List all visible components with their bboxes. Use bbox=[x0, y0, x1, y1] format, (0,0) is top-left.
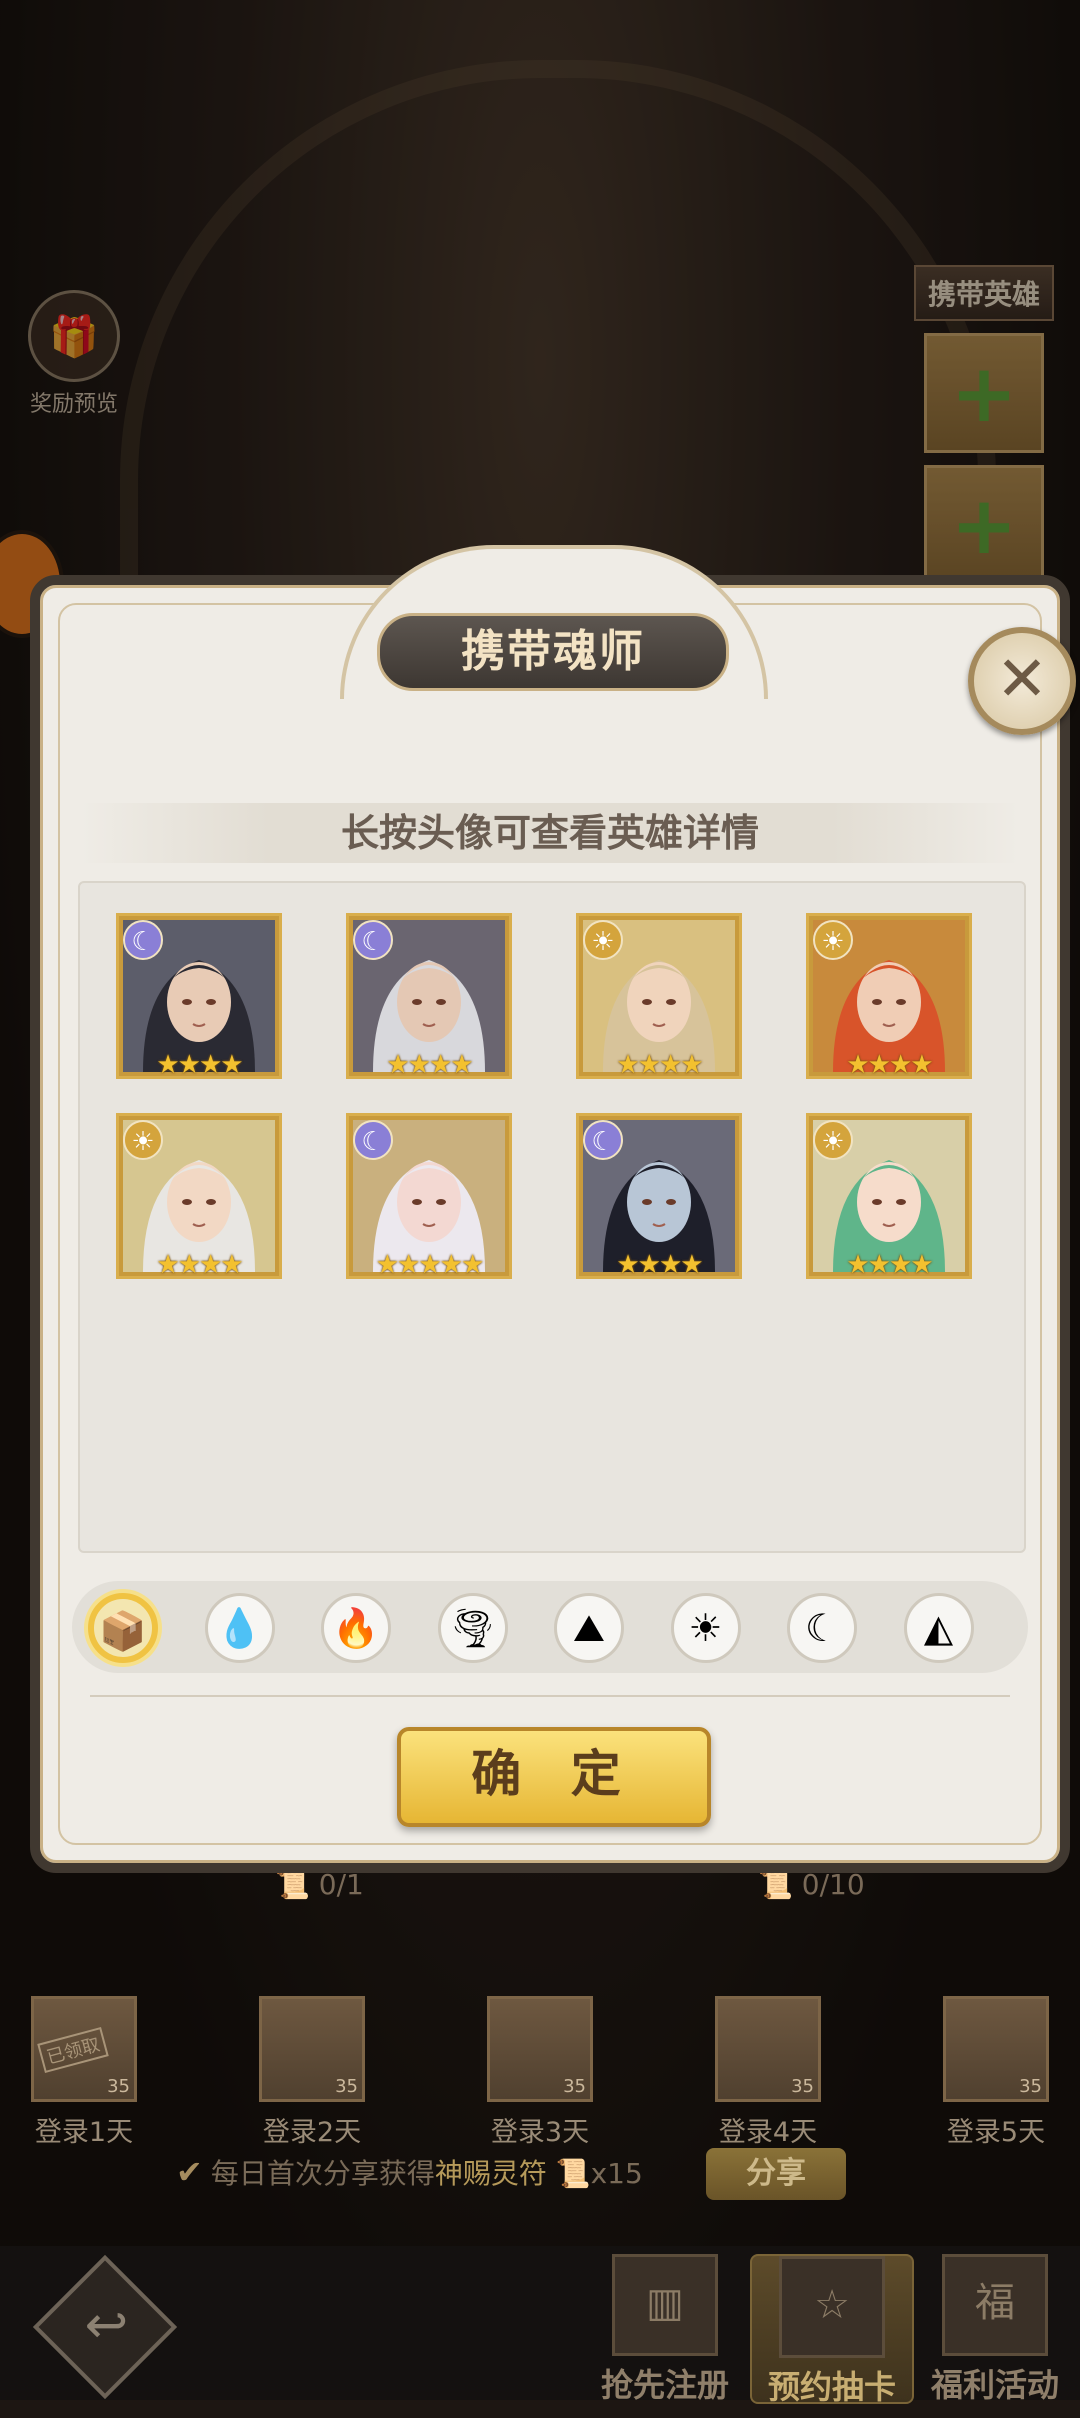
hero-grid: ☾ ★★★★ ☾ ★★★★ ☀ ★★★★ ☀ ★★★★ ☀ ★★★★ ☾ ★★★★★ ☾ ★★★★ ☀ ★★★… bbox=[78, 881, 1026, 1553]
nav-tab-pre-register[interactable]: ▥ 抢先注册 bbox=[585, 2254, 745, 2404]
moon-element-icon: ☾ bbox=[123, 920, 163, 960]
sun-element-icon: ☀ bbox=[583, 920, 623, 960]
hero-card[interactable]: ☀ ★★★★ bbox=[576, 913, 742, 1080]
filter-wind-icon[interactable]: 🌪 bbox=[437, 1593, 508, 1663]
filter-moon-icon[interactable]: ☾ bbox=[787, 1593, 857, 1663]
share-button[interactable]: 分享 bbox=[706, 2148, 846, 2200]
login-reward-day4[interactable]: 35 登录4天 bbox=[708, 1996, 828, 2149]
sun-element-icon: ☀ bbox=[123, 1120, 163, 1160]
check-icon: ✔ bbox=[176, 2153, 203, 2191]
carry-soul-master-dialog: 携带魂师 ✕ 长按头像可查看英雄详情 ☾ ★★★★ ☾ ★★★★ ☀ ★★★★ ☀ ★★★★ ☀… bbox=[30, 545, 1076, 1873]
talisman-icon: 📜 bbox=[546, 2157, 591, 2190]
hero-stars: ★★★★ bbox=[616, 1050, 703, 1080]
filter-arcane-icon[interactable]: ◭ bbox=[903, 1593, 974, 1663]
hero-card[interactable]: ☀ ★★★★ bbox=[806, 913, 972, 1080]
hero-stars: ★★★★ bbox=[156, 1250, 243, 1280]
moon-element-icon: ☾ bbox=[353, 920, 393, 960]
hero-stars: ★★★★ bbox=[616, 1250, 703, 1280]
login-day-label: 登录5天 bbox=[946, 2117, 1046, 2148]
filter-fire-icon[interactable]: 🔥 bbox=[321, 1593, 391, 1663]
dialog-title: 携带魂师 bbox=[377, 613, 729, 691]
filter-earth-icon[interactable]: ⛰ bbox=[554, 1593, 624, 1663]
filter-all-icon[interactable]: 📦 bbox=[88, 1593, 158, 1663]
nav-tab-label: 抢先注册 bbox=[600, 2366, 729, 2404]
reward-count: 35 bbox=[107, 2076, 130, 2097]
back-button[interactable]: ↩ bbox=[32, 2254, 178, 2400]
reward-box: 35 bbox=[715, 1996, 821, 2102]
hero-stars: ★★★★★ bbox=[375, 1250, 485, 1280]
login-reward-row: 已领取 35 登录1天 35 登录2天 35 登录3天 35 登录4天 35 登… bbox=[0, 1996, 1080, 2148]
nav-tab-welfare[interactable]: 福 福利活动 bbox=[915, 2254, 1075, 2404]
filter-light-icon[interactable]: ☀ bbox=[670, 1593, 741, 1663]
hero-stars: ★★★★ bbox=[386, 1050, 473, 1080]
filter-water-icon[interactable]: 💧 bbox=[204, 1593, 275, 1663]
hero-card[interactable]: ☾ ★★★★ bbox=[116, 913, 282, 1080]
hero-card[interactable]: ☾ ★★★★★ bbox=[346, 1113, 512, 1280]
reward-box: 35 bbox=[943, 1996, 1049, 2102]
share-highlight: 神赐灵符 bbox=[434, 2157, 547, 2190]
moon-element-icon: ☾ bbox=[353, 1120, 393, 1160]
sun-element-icon: ☀ bbox=[813, 920, 853, 960]
element-filter-bar: 📦 💧 🔥 🌪 ⛰ ☀ ☾ ◭ bbox=[72, 1581, 1028, 1673]
reward-count: 35 bbox=[563, 2076, 586, 2097]
login-day-label: 登录4天 bbox=[718, 2117, 818, 2148]
confirm-button[interactable]: 确 定 bbox=[397, 1727, 711, 1827]
login-day-label: 登录3天 bbox=[490, 2117, 590, 2148]
dialog-hint: 长按头像可查看英雄详情 bbox=[80, 803, 1020, 863]
reward-box: 35 bbox=[487, 1996, 593, 2102]
hero-stars: ★★★★ bbox=[846, 1050, 933, 1080]
claimed-stamp: 已领取 bbox=[37, 2026, 109, 2074]
share-info: ✔ 每日首次分享获得神赐灵符 📜x15 bbox=[176, 2152, 643, 2192]
hero-card[interactable]: ☾ ★★★★ bbox=[576, 1113, 742, 1280]
hero-stars: ★★★★ bbox=[846, 1250, 933, 1280]
sun-element-icon: ☀ bbox=[813, 1120, 853, 1160]
login-reward-day2[interactable]: 35 登录2天 bbox=[252, 1996, 372, 2149]
hero-stars: ★★★★ bbox=[156, 1050, 243, 1080]
nav-tab-label: 福利活动 bbox=[930, 2366, 1059, 2404]
fortune-icon: 福 bbox=[942, 2254, 1048, 2356]
login-reward-day1[interactable]: 已领取 35 登录1天 bbox=[24, 1996, 144, 2149]
hero-card[interactable]: ☀ ★★★★ bbox=[806, 1113, 972, 1280]
hero-card[interactable]: ☀ ★★★★ bbox=[116, 1113, 282, 1280]
bottom-nav-bar: ↩ ▥ 抢先注册 ☆ 预约抽卡 福 福利活动 bbox=[0, 2246, 1080, 2406]
login-reward-day3[interactable]: 35 登录3天 bbox=[480, 1996, 600, 2149]
reward-count: 35 bbox=[1019, 2076, 1042, 2097]
star-card-icon: ☆ bbox=[779, 2256, 885, 2358]
share-count: x15 bbox=[590, 2157, 643, 2190]
reward-box: 35 bbox=[259, 1996, 365, 2102]
nav-tab-reserve-draw[interactable]: ☆ 预约抽卡 bbox=[750, 2254, 914, 2406]
cards-icon: ▥ bbox=[612, 2254, 718, 2356]
nav-tab-label: 预约抽卡 bbox=[767, 2368, 896, 2406]
hero-card[interactable]: ☾ ★★★★ bbox=[346, 913, 512, 1080]
reward-box: 已领取 35 bbox=[31, 1996, 137, 2102]
moon-element-icon: ☾ bbox=[583, 1120, 623, 1160]
login-day-label: 登录2天 bbox=[262, 2117, 362, 2148]
close-button[interactable]: ✕ bbox=[968, 627, 1076, 735]
login-day-label: 登录1天 bbox=[34, 2117, 134, 2148]
login-reward-day5[interactable]: 35 登录5天 bbox=[936, 1996, 1056, 2149]
back-arrow-icon: ↩ bbox=[84, 2295, 129, 2356]
divider bbox=[90, 1695, 1010, 1697]
close-icon: ✕ bbox=[996, 642, 1048, 715]
share-text: 每日首次分享获得 bbox=[210, 2157, 435, 2190]
reward-count: 35 bbox=[791, 2076, 814, 2097]
reward-count: 35 bbox=[335, 2076, 358, 2097]
